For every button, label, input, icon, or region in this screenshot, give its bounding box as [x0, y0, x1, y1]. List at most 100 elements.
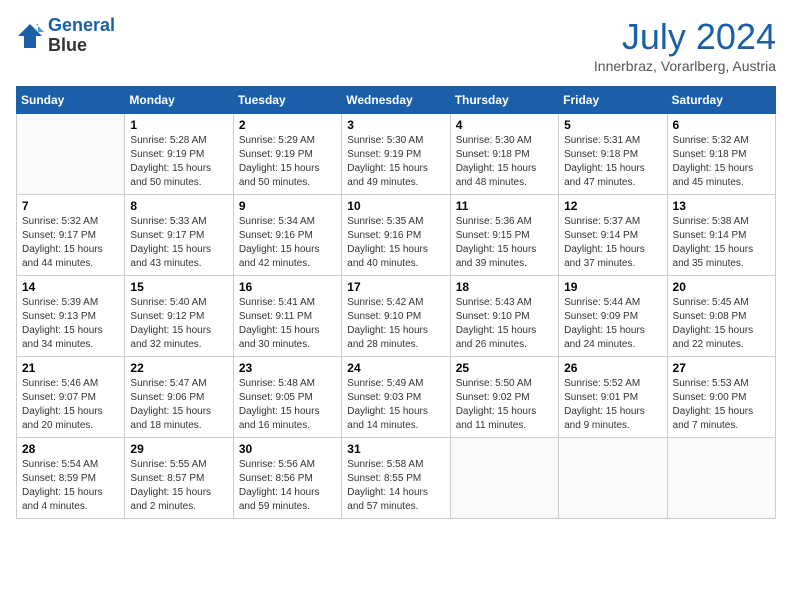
- day-info: Sunrise: 5:45 AM Sunset: 9:08 PM Dayligh…: [673, 296, 770, 352]
- day-number: 6: [673, 118, 770, 132]
- day-info: Sunrise: 5:30 AM Sunset: 9:18 PM Dayligh…: [456, 134, 553, 190]
- day-number: 4: [456, 118, 553, 132]
- calendar-cell: 22 Sunrise: 5:47 AM Sunset: 9:06 PM Dayli…: [125, 357, 233, 438]
- day-info: Sunrise: 5:30 AM Sunset: 9:19 PM Dayligh…: [347, 134, 444, 190]
- calendar-cell: 12Sunrise: 5:37 AM Sunset: 9:14 PM Dayli…: [559, 195, 667, 276]
- day-number: 1: [130, 118, 227, 132]
- day-info: Sunrise: 5:48 AM Sunset: 9:05 PM Dayligh…: [239, 377, 336, 433]
- title-block: July 2024 Innerbraz, Vorarlberg, Austria: [594, 16, 776, 74]
- day-info: Sunrise: 5:41 AM Sunset: 9:11 PM Dayligh…: [239, 296, 336, 352]
- calendar-cell: [450, 438, 558, 519]
- day-number: 10: [347, 199, 444, 213]
- calendar-cell: 4 Sunrise: 5:30 AM Sunset: 9:18 PM Daylig…: [450, 114, 558, 195]
- calendar-cell: 23 Sunrise: 5:48 AM Sunset: 9:05 PM Dayli…: [233, 357, 341, 438]
- calendar-cell: 8 Sunrise: 5:33 AM Sunset: 9:17 PM Daylig…: [125, 195, 233, 276]
- day-number: 15: [130, 280, 227, 294]
- calendar-cell: 21 Sunrise: 5:46 AM Sunset: 9:07 PM Dayli…: [17, 357, 125, 438]
- day-info: Sunrise: 5:46 AM Sunset: 9:07 PM Dayligh…: [22, 377, 119, 433]
- calendar-cell: 30 Sunrise: 5:56 AM Sunset: 8:56 PM Dayli…: [233, 438, 341, 519]
- day-number: 31: [347, 442, 444, 456]
- calendar-cell: 31Sunrise: 5:58 AM Sunset: 8:55 PM Dayli…: [342, 438, 450, 519]
- logo-line2: Blue: [48, 36, 115, 56]
- weekday-header-tuesday: Tuesday: [233, 87, 341, 114]
- calendar-cell: 11Sunrise: 5:36 AM Sunset: 9:15 PM Dayli…: [450, 195, 558, 276]
- day-number: 22: [130, 361, 227, 375]
- calendar-cell: 16 Sunrise: 5:41 AM Sunset: 9:11 PM Dayli…: [233, 276, 341, 357]
- day-number: 23: [239, 361, 336, 375]
- weekday-header-wednesday: Wednesday: [342, 87, 450, 114]
- calendar-cell: 3Sunrise: 5:30 AM Sunset: 9:19 PM Daylig…: [342, 114, 450, 195]
- calendar-cell: 20 Sunrise: 5:45 AM Sunset: 9:08 PM Dayli…: [667, 276, 775, 357]
- day-number: 7: [22, 199, 119, 213]
- weekday-header-monday: Monday: [125, 87, 233, 114]
- day-number: 29: [130, 442, 227, 456]
- calendar-cell: 29Sunrise: 5:55 AM Sunset: 8:57 PM Dayli…: [125, 438, 233, 519]
- day-info: Sunrise: 5:32 AM Sunset: 9:17 PM Dayligh…: [22, 215, 119, 271]
- day-info: Sunrise: 5:28 AM Sunset: 9:19 PM Dayligh…: [130, 134, 227, 190]
- day-number: 2: [239, 118, 336, 132]
- calendar-cell: 9Sunrise: 5:34 AM Sunset: 9:16 PM Daylig…: [233, 195, 341, 276]
- calendar-cell: 15 Sunrise: 5:40 AM Sunset: 9:12 PM Dayli…: [125, 276, 233, 357]
- day-info: Sunrise: 5:47 AM Sunset: 9:06 PM Dayligh…: [130, 377, 227, 433]
- location-subtitle: Innerbraz, Vorarlberg, Austria: [594, 58, 776, 74]
- calendar-cell: 1 Sunrise: 5:28 AM Sunset: 9:19 PM Daylig…: [125, 114, 233, 195]
- day-info: Sunrise: 5:35 AM Sunset: 9:16 PM Dayligh…: [347, 215, 444, 271]
- day-info: Sunrise: 5:34 AM Sunset: 9:16 PM Dayligh…: [239, 215, 336, 271]
- day-number: 11: [456, 199, 553, 213]
- day-number: 8: [130, 199, 227, 213]
- day-number: 12: [564, 199, 661, 213]
- calendar-cell: 7 Sunrise: 5:32 AM Sunset: 9:17 PM Daylig…: [17, 195, 125, 276]
- calendar-cell: 25Sunrise: 5:50 AM Sunset: 9:02 PM Dayli…: [450, 357, 558, 438]
- day-number: 5: [564, 118, 661, 132]
- week-row-0: 1 Sunrise: 5:28 AM Sunset: 9:19 PM Daylig…: [17, 114, 776, 195]
- day-number: 25: [456, 361, 553, 375]
- day-info: Sunrise: 5:33 AM Sunset: 9:17 PM Dayligh…: [130, 215, 227, 271]
- weekday-header-sunday: Sunday: [17, 87, 125, 114]
- day-info: Sunrise: 5:44 AM Sunset: 9:09 PM Dayligh…: [564, 296, 661, 352]
- day-info: Sunrise: 5:42 AM Sunset: 9:10 PM Dayligh…: [347, 296, 444, 352]
- calendar-cell: 27Sunrise: 5:53 AM Sunset: 9:00 PM Dayli…: [667, 357, 775, 438]
- calendar-cell: [17, 114, 125, 195]
- day-number: 28: [22, 442, 119, 456]
- calendar-cell: 17 Sunrise: 5:42 AM Sunset: 9:10 PM Dayli…: [342, 276, 450, 357]
- weekday-header-thursday: Thursday: [450, 87, 558, 114]
- calendar-cell: 6 Sunrise: 5:32 AM Sunset: 9:18 PM Daylig…: [667, 114, 775, 195]
- week-row-3: 21 Sunrise: 5:46 AM Sunset: 9:07 PM Dayli…: [17, 357, 776, 438]
- day-number: 16: [239, 280, 336, 294]
- calendar-table: SundayMondayTuesdayWednesdayThursdayFrid…: [16, 86, 776, 519]
- calendar-cell: 24 Sunrise: 5:49 AM Sunset: 9:03 PM Dayli…: [342, 357, 450, 438]
- calendar-cell: 18Sunrise: 5:43 AM Sunset: 9:10 PM Dayli…: [450, 276, 558, 357]
- day-info: Sunrise: 5:56 AM Sunset: 8:56 PM Dayligh…: [239, 458, 336, 514]
- day-number: 24: [347, 361, 444, 375]
- day-number: 19: [564, 280, 661, 294]
- day-info: Sunrise: 5:49 AM Sunset: 9:03 PM Dayligh…: [347, 377, 444, 433]
- calendar-cell: 28 Sunrise: 5:54 AM Sunset: 8:59 PM Dayli…: [17, 438, 125, 519]
- month-title: July 2024: [594, 16, 776, 58]
- logo-line1: General: [48, 15, 115, 35]
- page-header: General Blue July 2024 Innerbraz, Vorarl…: [16, 16, 776, 74]
- day-info: Sunrise: 5:38 AM Sunset: 9:14 PM Dayligh…: [673, 215, 770, 271]
- calendar-cell: 26Sunrise: 5:52 AM Sunset: 9:01 PM Dayli…: [559, 357, 667, 438]
- week-row-4: 28 Sunrise: 5:54 AM Sunset: 8:59 PM Dayli…: [17, 438, 776, 519]
- calendar-cell: [667, 438, 775, 519]
- day-number: 20: [673, 280, 770, 294]
- calendar-cell: 14 Sunrise: 5:39 AM Sunset: 9:13 PM Dayli…: [17, 276, 125, 357]
- day-info: Sunrise: 5:54 AM Sunset: 8:59 PM Dayligh…: [22, 458, 119, 514]
- day-number: 30: [239, 442, 336, 456]
- weekday-header-friday: Friday: [559, 87, 667, 114]
- weekday-header-saturday: Saturday: [667, 87, 775, 114]
- calendar-cell: 13 Sunrise: 5:38 AM Sunset: 9:14 PM Dayli…: [667, 195, 775, 276]
- day-info: Sunrise: 5:40 AM Sunset: 9:12 PM Dayligh…: [130, 296, 227, 352]
- calendar-cell: 10 Sunrise: 5:35 AM Sunset: 9:16 PM Dayli…: [342, 195, 450, 276]
- day-number: 21: [22, 361, 119, 375]
- day-number: 14: [22, 280, 119, 294]
- day-number: 17: [347, 280, 444, 294]
- day-info: Sunrise: 5:39 AM Sunset: 9:13 PM Dayligh…: [22, 296, 119, 352]
- day-info: Sunrise: 5:32 AM Sunset: 9:18 PM Dayligh…: [673, 134, 770, 190]
- day-info: Sunrise: 5:29 AM Sunset: 9:19 PM Dayligh…: [239, 134, 336, 190]
- calendar-cell: 19 Sunrise: 5:44 AM Sunset: 9:09 PM Dayli…: [559, 276, 667, 357]
- day-number: 13: [673, 199, 770, 213]
- week-row-1: 7 Sunrise: 5:32 AM Sunset: 9:17 PM Daylig…: [17, 195, 776, 276]
- day-number: 27: [673, 361, 770, 375]
- day-info: Sunrise: 5:43 AM Sunset: 9:10 PM Dayligh…: [456, 296, 553, 352]
